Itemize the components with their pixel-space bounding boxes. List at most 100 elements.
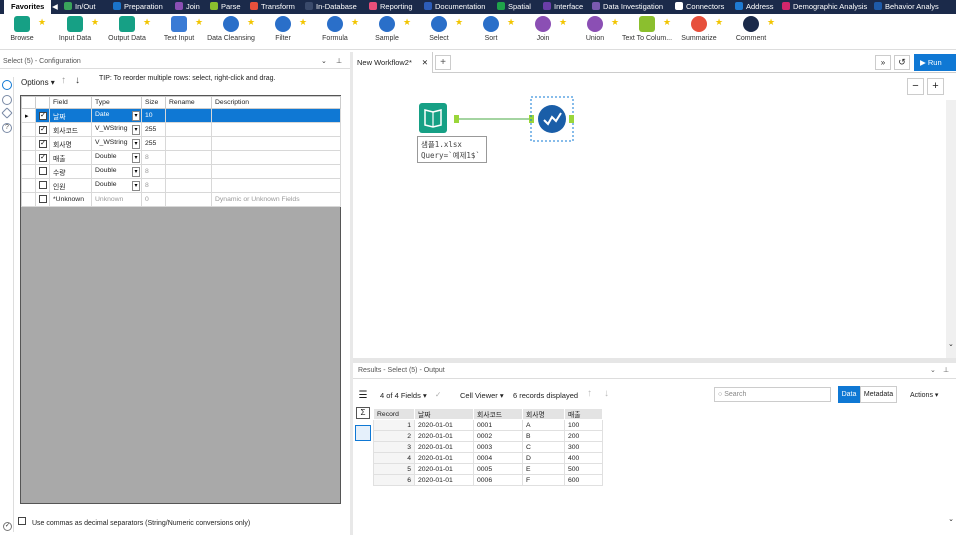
run-button[interactable]: ▶ Run <box>914 54 956 71</box>
field-description[interactable] <box>211 136 341 151</box>
category-tab[interactable]: In/Out <box>64 0 95 14</box>
metadata-button[interactable]: Metadata <box>860 386 897 403</box>
favorite-star-icon[interactable]: ★ <box>91 17 99 28</box>
arrow-down-icon[interactable]: ↓ <box>604 388 609 399</box>
help-icon[interactable]: ? <box>2 123 12 133</box>
check-icon[interactable]: ✓ <box>435 390 441 399</box>
table-cell[interactable]: A <box>522 419 565 431</box>
category-tab[interactable]: Favorites <box>4 0 52 14</box>
field-rename[interactable] <box>165 136 212 151</box>
field-size[interactable]: 8 <box>141 150 166 165</box>
favorite-star-icon[interactable]: ★ <box>455 17 463 28</box>
table-cell[interactable]: 2020-01-01 <box>414 430 474 442</box>
close-icon[interactable]: ✕ <box>422 52 428 73</box>
field-checkbox-cell[interactable] <box>35 164 50 179</box>
field-name[interactable]: *Unknown <box>49 192 92 207</box>
field-description[interactable] <box>211 108 341 123</box>
column-header[interactable]: Description <box>211 96 341 109</box>
table-cell[interactable]: 0005 <box>473 463 523 475</box>
list-icon[interactable]: ☰ <box>356 389 370 403</box>
table-cell[interactable]: 500 <box>564 463 603 475</box>
record-number[interactable]: 5 <box>373 463 415 475</box>
field-size[interactable]: 8 <box>141 178 166 193</box>
table-row[interactable]: 1 2020-01-01 0001 A 100 <box>373 419 603 431</box>
field-size[interactable]: 0 <box>141 192 166 207</box>
field-type[interactable]: Double ▾ <box>91 164 142 179</box>
column-header[interactable]: 회사명 <box>522 408 565 420</box>
column-header[interactable]: 회사코드 <box>473 408 523 420</box>
table-cell[interactable]: 600 <box>564 474 603 486</box>
field-checkbox[interactable]: ✓ <box>39 125 47 134</box>
gear-icon[interactable] <box>2 80 12 90</box>
field-type[interactable]: Unknown <box>91 192 142 207</box>
category-tab[interactable]: Preparation <box>113 0 163 14</box>
table-cell[interactable]: 0006 <box>473 474 523 486</box>
column-header[interactable]: 매출 <box>564 408 603 420</box>
category-tab[interactable]: Parse <box>210 0 241 14</box>
record-number[interactable]: 2 <box>373 430 415 442</box>
pin-icon[interactable]: ⊥ <box>336 55 342 69</box>
field-name[interactable]: 인원 <box>49 178 92 193</box>
field-checkbox-cell[interactable] <box>35 178 50 193</box>
type-dropdown-icon[interactable]: ▾ <box>132 124 140 135</box>
connection-icon[interactable] <box>2 95 12 105</box>
commas-checkbox[interactable] <box>18 517 26 525</box>
column-header[interactable]: Record <box>373 408 415 420</box>
field-checkbox-cell[interactable] <box>35 192 50 207</box>
field-name[interactable]: 회사코드 <box>49 122 92 137</box>
category-tab[interactable]: Transform <box>250 0 295 14</box>
type-dropdown-icon[interactable]: ▾ <box>132 166 140 177</box>
field-row[interactable]: ✓ 회사명 V_WString ▾ 255 <box>21 136 341 151</box>
field-name[interactable]: 매출 <box>49 150 92 165</box>
table-cell[interactable]: C <box>522 441 565 453</box>
record-number[interactable]: 3 <box>373 441 415 453</box>
field-row[interactable]: 수량 Double ▾ 8 <box>21 164 341 179</box>
chevron-down-icon[interactable]: ⌄ <box>930 363 936 379</box>
field-checkbox-cell[interactable]: ✓ <box>35 150 50 165</box>
pin-icon[interactable]: ⊥ <box>943 363 949 379</box>
column-header[interactable]: Size <box>141 96 166 109</box>
field-type[interactable]: V_WString ▾ <box>91 122 142 137</box>
field-checkbox[interactable] <box>39 194 47 203</box>
table-cell[interactable]: 0002 <box>473 430 523 442</box>
field-description[interactable]: Dynamic or Unknown Fields <box>211 192 341 207</box>
type-dropdown-icon[interactable]: ▾ <box>132 110 140 121</box>
field-name[interactable]: 날짜 <box>49 108 92 123</box>
favorite-star-icon[interactable]: ★ <box>247 17 255 28</box>
field-rename[interactable] <box>165 192 212 207</box>
output-anchor[interactable] <box>454 115 459 123</box>
field-rename[interactable] <box>165 122 212 137</box>
search-input[interactable]: ○ Search <box>714 387 831 402</box>
canvas-scrollbar[interactable]: ⌄ <box>946 100 956 358</box>
table-cell[interactable]: 300 <box>564 441 603 453</box>
table-cell[interactable]: 2020-01-01 <box>414 474 474 486</box>
column-header[interactable]: Type <box>91 96 142 109</box>
workflow-tab[interactable]: New Workflow2* ✕ <box>353 52 433 73</box>
field-rename[interactable] <box>165 108 212 123</box>
arrow-up-icon[interactable]: ↑ <box>587 388 592 399</box>
fields-dropdown[interactable]: 4 of 4 Fields ▾ <box>380 391 427 400</box>
favorite-star-icon[interactable]: ★ <box>38 17 46 28</box>
field-size[interactable]: 255 <box>141 122 166 137</box>
favorite-star-icon[interactable]: ★ <box>611 17 619 28</box>
table-cell[interactable]: 0004 <box>473 452 523 464</box>
field-checkbox[interactable]: ✓ <box>39 111 47 120</box>
category-tab[interactable]: In-Database <box>305 0 357 14</box>
scroll-down-icon[interactable]: ⌄ <box>948 340 954 348</box>
table-cell[interactable]: 2020-01-01 <box>414 463 474 475</box>
options-dropdown[interactable]: Options ▾ <box>21 78 55 87</box>
table-cell[interactable]: E <box>522 463 565 475</box>
table-cell[interactable]: 0003 <box>473 441 523 453</box>
favorite-star-icon[interactable]: ★ <box>663 17 671 28</box>
type-dropdown-icon[interactable]: ▾ <box>132 138 140 149</box>
zoom-in-button[interactable]: + <box>927 78 944 95</box>
tag-icon[interactable] <box>1 107 13 119</box>
category-tab[interactable]: Interface <box>543 0 583 14</box>
tag-icon[interactable] <box>355 425 371 441</box>
category-tab[interactable]: Address <box>735 0 774 14</box>
data-button[interactable]: Data <box>838 386 860 403</box>
field-checkbox[interactable]: ✓ <box>39 139 47 148</box>
field-rename[interactable] <box>165 150 212 165</box>
expand-icon[interactable]: » <box>875 55 891 70</box>
field-row[interactable]: ✓ 회사코드 V_WString ▾ 255 <box>21 122 341 137</box>
